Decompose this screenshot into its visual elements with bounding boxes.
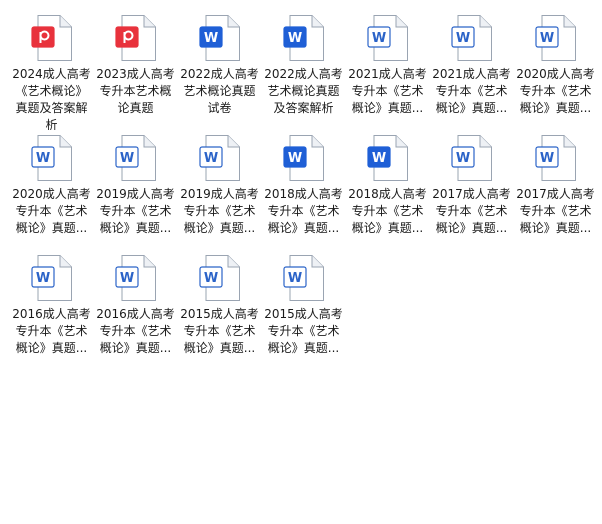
word-file-icon: W	[282, 14, 326, 62]
file-item[interactable]: W 2022成人高考艺术概论真题试卷	[178, 10, 261, 130]
file-grid: 2024成人高考《艺术概论》真题及答案解析 2023成人高考专升本艺术概论真题 W 2…	[10, 10, 597, 370]
svg-text:W: W	[203, 271, 217, 286]
file-item[interactable]: W 2016成人高考专升本《艺术概论》真题...	[10, 250, 93, 370]
svg-text:W: W	[539, 31, 553, 46]
file-item[interactable]: W 2018成人高考专升本《艺术概论》真题...	[346, 130, 429, 250]
word-file-icon: W	[366, 14, 410, 62]
word-file-icon: W	[450, 14, 494, 62]
file-name: 2016成人高考专升本《艺术概论》真题...	[96, 307, 175, 355]
svg-text:W: W	[371, 31, 385, 46]
svg-text:W: W	[539, 151, 553, 166]
word-file-icon: W	[450, 134, 494, 182]
word-file-icon: W	[30, 254, 74, 302]
file-item[interactable]: W 2015成人高考专升本《艺术概论》真题...	[262, 250, 345, 370]
pdf-file-icon	[30, 14, 74, 62]
word-file-icon: W	[198, 254, 242, 302]
file-name: 2018成人高考专升本《艺术概论》真题...	[348, 187, 427, 235]
svg-text:W: W	[455, 151, 469, 166]
file-item[interactable]: 2023成人高考专升本艺术概论真题	[94, 10, 177, 130]
file-name: 2020成人高考专升本《艺术概论》真题...	[12, 187, 91, 235]
word-file-icon: W	[282, 134, 326, 182]
svg-text:W: W	[287, 31, 301, 46]
svg-text:W: W	[371, 151, 385, 166]
file-name: 2017成人高考专升本《艺术概论》真题...	[516, 187, 595, 235]
svg-text:W: W	[203, 31, 217, 46]
svg-text:W: W	[119, 271, 133, 286]
file-name: 2017成人高考专升本《艺术概论》真题...	[432, 187, 511, 235]
file-item[interactable]: W 2021成人高考专升本《艺术概论》真题...	[430, 10, 513, 130]
file-item[interactable]: W 2019成人高考专升本《艺术概论》真题...	[178, 130, 261, 250]
word-file-icon: W	[534, 14, 578, 62]
file-item[interactable]: W 2017成人高考专升本《艺术概论》真题...	[514, 130, 597, 250]
file-item[interactable]: W 2022成人高考艺术概论真题及答案解析	[262, 10, 345, 130]
word-file-icon: W	[114, 134, 158, 182]
file-name: 2024成人高考《艺术概论》真题及答案解析	[12, 67, 91, 130]
file-item[interactable]: W 2018成人高考专升本《艺术概论》真题...	[262, 130, 345, 250]
file-item[interactable]: 2024成人高考《艺术概论》真题及答案解析	[10, 10, 93, 130]
file-name: 2020成人高考专升本《艺术概论》真题...	[516, 67, 595, 115]
file-name: 2021成人高考专升本《艺术概论》真题...	[348, 67, 427, 115]
file-item[interactable]: W 2019成人高考专升本《艺术概论》真题...	[94, 130, 177, 250]
file-item[interactable]: W 2016成人高考专升本《艺术概论》真题...	[94, 250, 177, 370]
file-name: 2018成人高考专升本《艺术概论》真题...	[264, 187, 343, 235]
word-file-icon: W	[198, 14, 242, 62]
file-item[interactable]: W 2020成人高考专升本《艺术概论》真题...	[514, 10, 597, 130]
file-name: 2022成人高考艺术概论真题试卷	[180, 67, 259, 115]
svg-text:W: W	[203, 151, 217, 166]
file-name: 2015成人高考专升本《艺术概论》真题...	[264, 307, 343, 355]
word-file-icon: W	[198, 134, 242, 182]
svg-text:W: W	[119, 151, 133, 166]
svg-text:W: W	[287, 271, 301, 286]
file-item[interactable]: W 2017成人高考专升本《艺术概论》真题...	[430, 130, 513, 250]
file-item[interactable]: W 2015成人高考专升本《艺术概论》真题...	[178, 250, 261, 370]
svg-text:W: W	[35, 151, 49, 166]
file-name: 2021成人高考专升本《艺术概论》真题...	[432, 67, 511, 115]
svg-text:W: W	[287, 151, 301, 166]
file-name: 2015成人高考专升本《艺术概论》真题...	[180, 307, 259, 355]
svg-text:W: W	[455, 31, 469, 46]
svg-text:W: W	[35, 271, 49, 286]
file-name: 2023成人高考专升本艺术概论真题	[96, 67, 175, 115]
word-file-icon: W	[366, 134, 410, 182]
file-name: 2019成人高考专升本《艺术概论》真题...	[96, 187, 175, 235]
file-item[interactable]: W 2021成人高考专升本《艺术概论》真题...	[346, 10, 429, 130]
pdf-file-icon	[114, 14, 158, 62]
file-name: 2016成人高考专升本《艺术概论》真题...	[12, 307, 91, 355]
file-item[interactable]: W 2020成人高考专升本《艺术概论》真题...	[10, 130, 93, 250]
word-file-icon: W	[30, 134, 74, 182]
word-file-icon: W	[114, 254, 158, 302]
file-name: 2022成人高考艺术概论真题及答案解析	[264, 67, 343, 115]
word-file-icon: W	[534, 134, 578, 182]
file-name: 2019成人高考专升本《艺术概论》真题...	[180, 187, 259, 235]
word-file-icon: W	[282, 254, 326, 302]
